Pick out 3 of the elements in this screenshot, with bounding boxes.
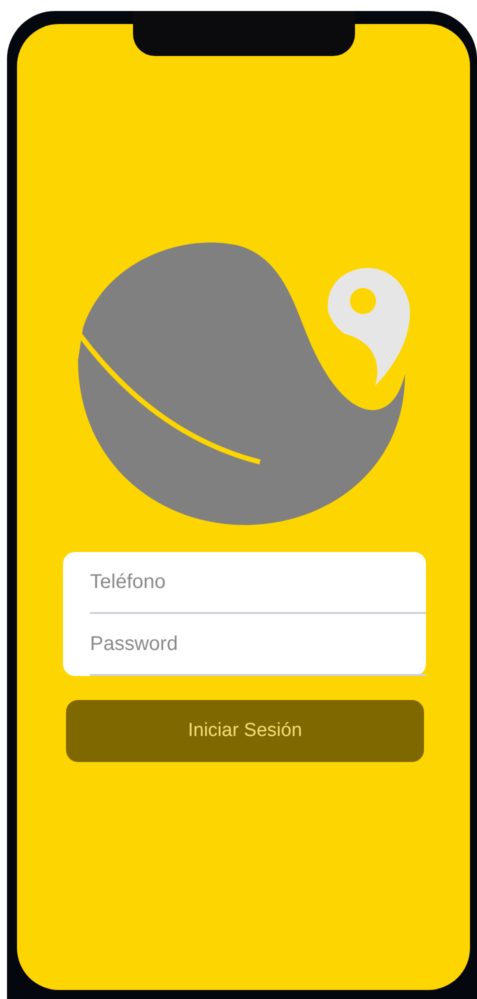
input-field[interactable]: Teléfono xyxy=(63,552,426,614)
login-button[interactable]: Iniciar Sesión xyxy=(66,700,424,762)
input-field[interactable]: Password xyxy=(63,614,426,676)
